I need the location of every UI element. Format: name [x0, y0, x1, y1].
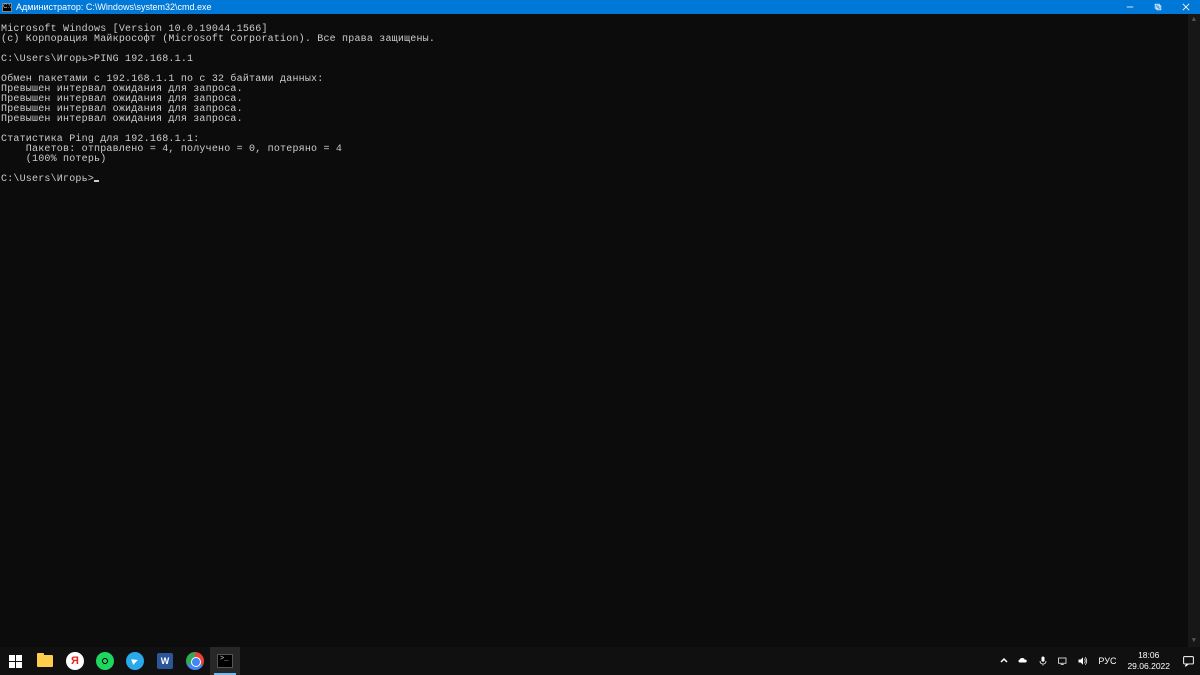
clock-time: 18:06 [1138, 650, 1159, 661]
spotify-icon [96, 652, 114, 670]
taskbar-yandex[interactable]: Я [60, 647, 90, 675]
folder-icon [37, 655, 53, 667]
tray-network-icon[interactable] [1053, 647, 1073, 675]
tray-mic-icon[interactable] [1033, 647, 1053, 675]
taskbar-telegram[interactable] [120, 647, 150, 675]
window-titlebar[interactable]: C:\ Администратор: C:\Windows\system32\c… [0, 0, 1200, 14]
clock-date: 29.06.2022 [1127, 661, 1170, 672]
cmd-icon [217, 654, 233, 668]
terminal-prompt: C:\Users\Игорь> [1, 174, 94, 185]
clock[interactable]: 18:06 29.06.2022 [1121, 650, 1176, 672]
minimize-button[interactable] [1116, 0, 1144, 14]
cursor [94, 180, 99, 182]
terminal-line: (100% потерь) [1, 154, 106, 165]
close-button[interactable] [1172, 0, 1200, 14]
terminal-line: Превышен интервал ожидания для запроса. [1, 114, 243, 125]
terminal-output[interactable]: Microsoft Windows [Version 10.0.19044.15… [0, 14, 1200, 647]
word-icon: W [157, 653, 173, 669]
window-title: Администратор: C:\Windows\system32\cmd.e… [16, 2, 211, 12]
tray-overflow-button[interactable] [995, 647, 1013, 675]
language-indicator[interactable]: РУС [1093, 656, 1121, 666]
taskbar-spotify[interactable] [90, 647, 120, 675]
tray-volume-icon[interactable] [1073, 647, 1093, 675]
taskbar-cmd[interactable] [210, 647, 240, 675]
tray-onedrive-icon[interactable] [1013, 647, 1033, 675]
yandex-icon: Я [66, 652, 84, 670]
scroll-up-button[interactable]: ▲ [1188, 14, 1200, 26]
taskbar: Я W РУС [0, 647, 1200, 675]
scrollbar[interactable]: ▲ ▼ [1188, 14, 1200, 647]
telegram-icon [126, 652, 144, 670]
taskbar-word[interactable]: W [150, 647, 180, 675]
terminal-line: (c) Корпорация Майкрософт (Microsoft Cor… [1, 34, 435, 45]
action-center-button[interactable] [1176, 655, 1200, 668]
scroll-down-button[interactable]: ▼ [1188, 635, 1200, 647]
maximize-button[interactable] [1144, 0, 1172, 14]
taskbar-chrome[interactable] [180, 647, 210, 675]
taskbar-file-explorer[interactable] [30, 647, 60, 675]
start-button[interactable] [0, 647, 30, 675]
chrome-icon [186, 652, 204, 670]
windows-icon [9, 655, 22, 668]
terminal-line: C:\Users\Игорь>PING 192.168.1.1 [1, 54, 193, 65]
cmd-title-icon: C:\ [2, 3, 12, 12]
